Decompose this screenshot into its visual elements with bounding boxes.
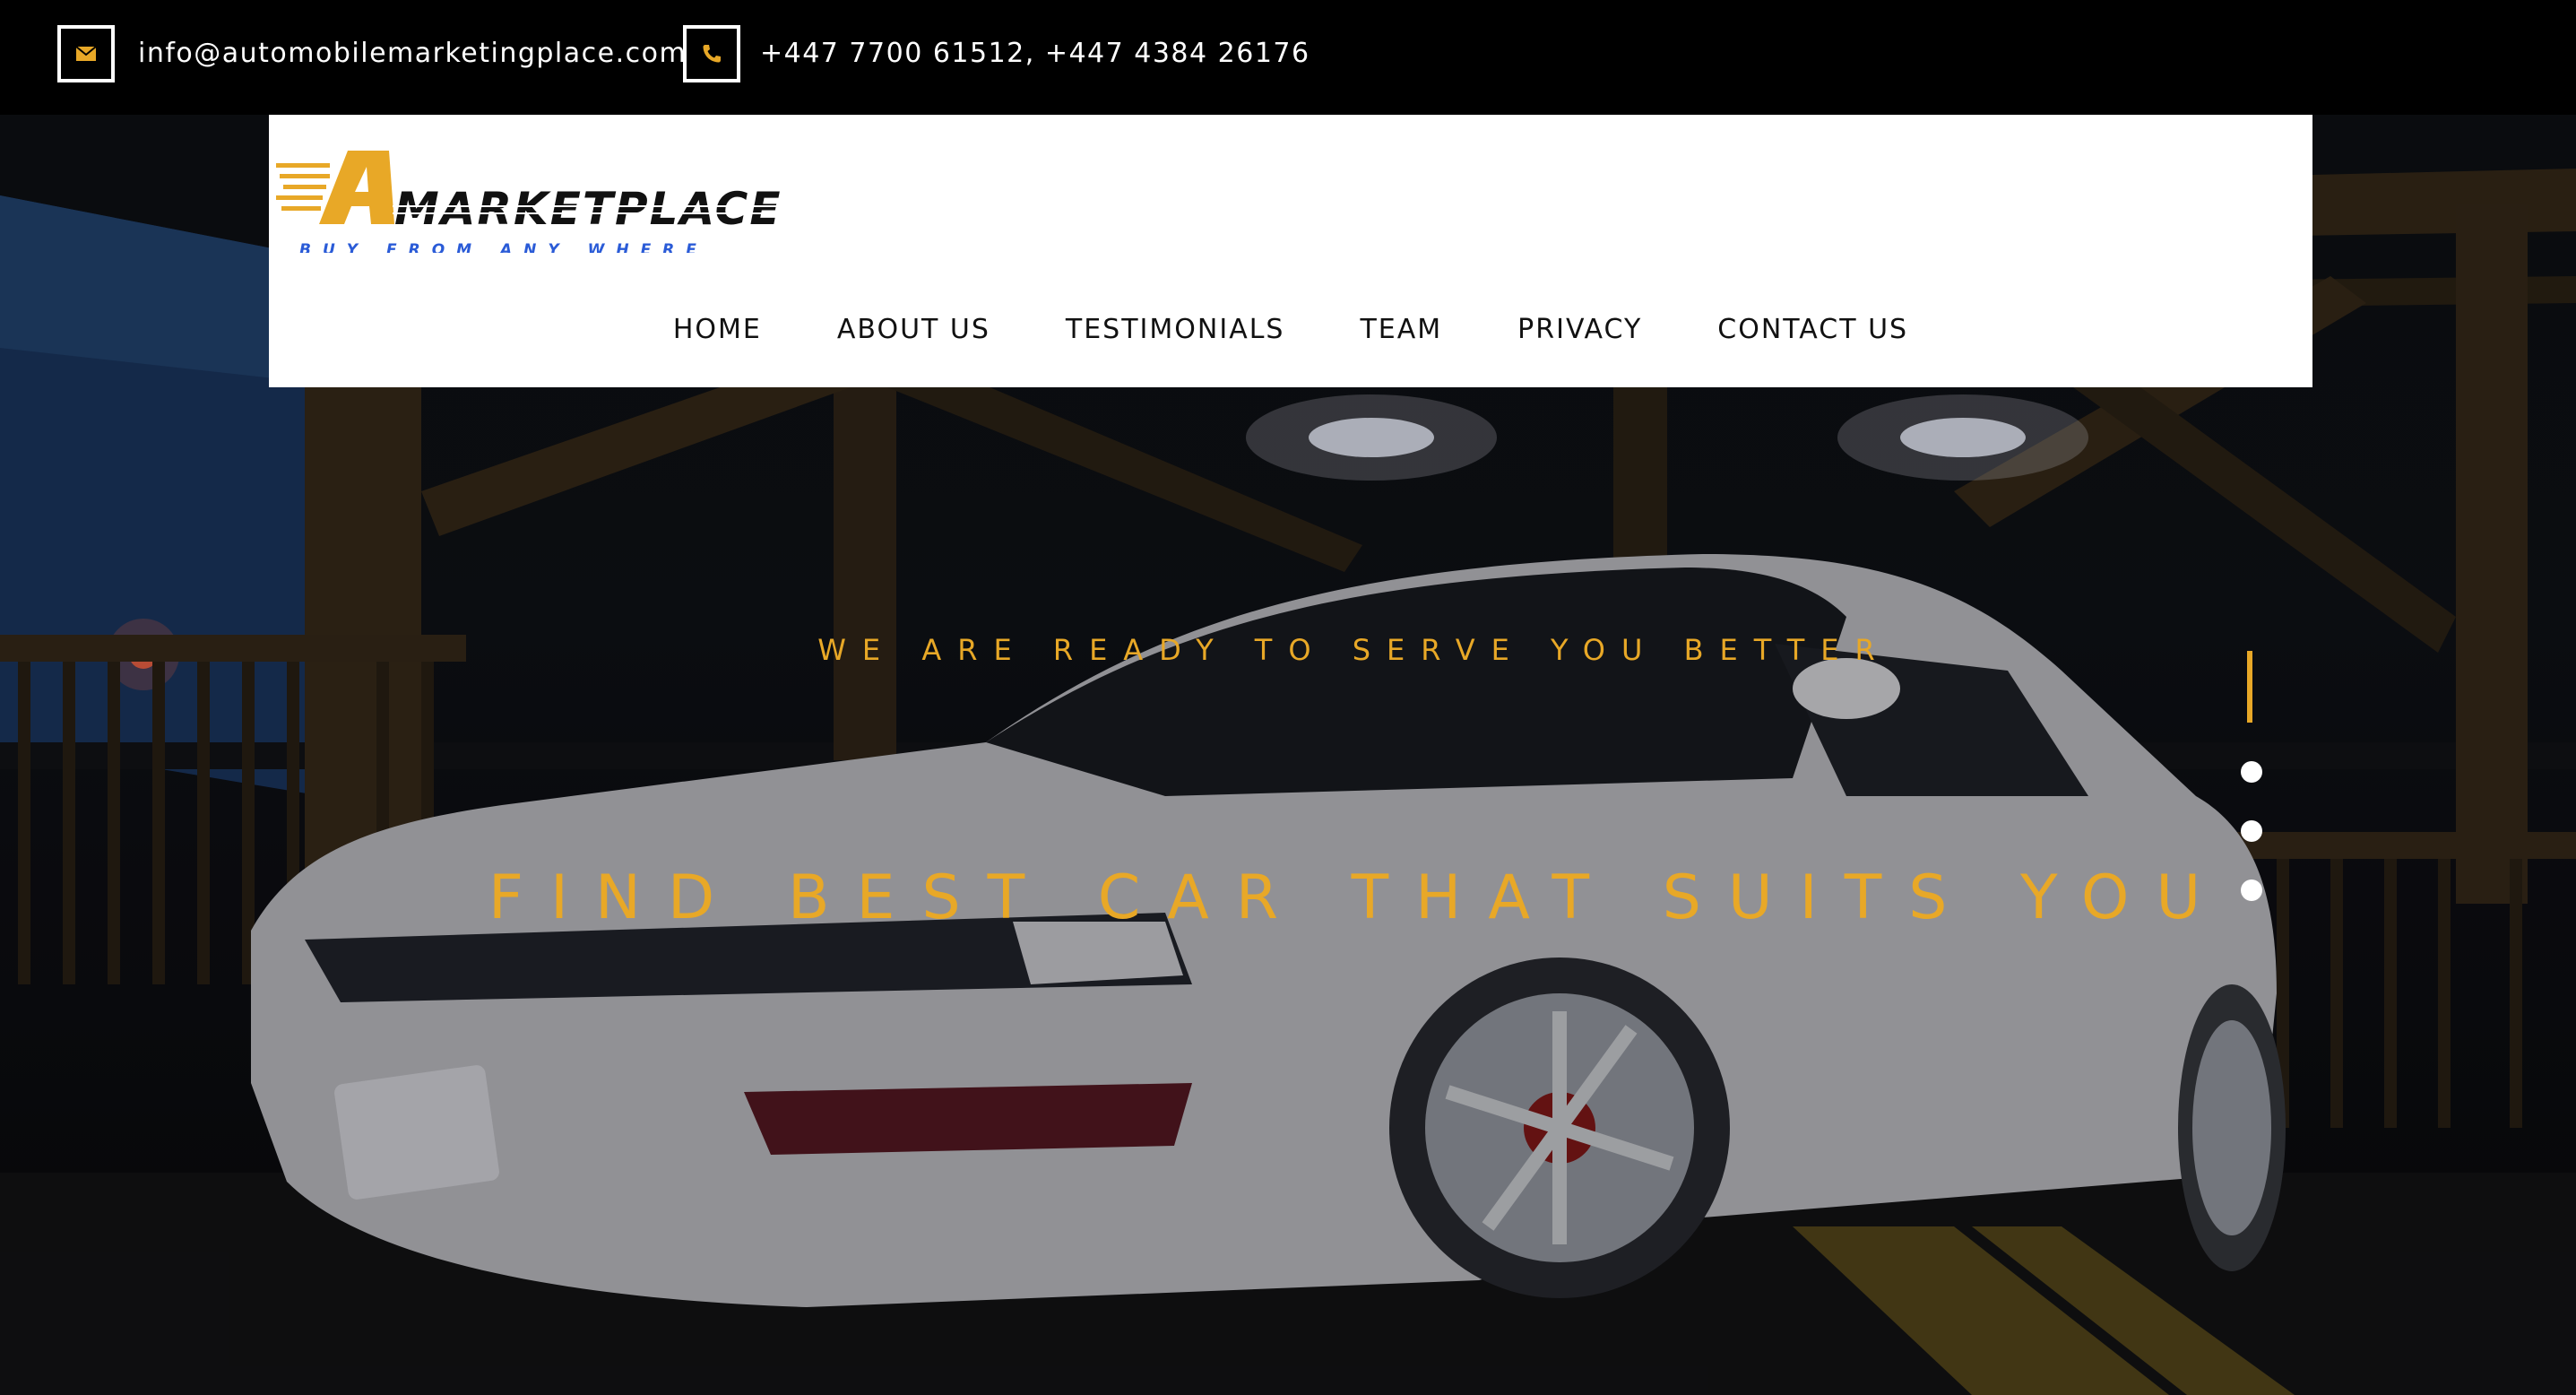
site-header: MARKETPLACE BUY FROM ANY WHERE HOME ABOU… (269, 115, 2312, 387)
phone-icon (703, 45, 721, 63)
hero-tagline: WE ARE READY TO SERVE YOU BETTER (817, 633, 1891, 667)
phone-icon-box[interactable] (683, 25, 740, 82)
nav-privacy[interactable]: PRIVACY (1517, 312, 1642, 348)
slider-pager-active[interactable] (2247, 651, 2252, 723)
nav-testimonials[interactable]: TESTIMONIALS (1066, 312, 1285, 348)
top-contact-bar: info@automobilemarketingplace.com +447 7… (0, 0, 2576, 115)
contact-email[interactable]: info@automobilemarketingplace.com (138, 36, 687, 72)
svg-text:BUY FROM ANY WHERE: BUY FROM ANY WHERE (299, 241, 708, 253)
main-nav: HOME ABOUT US TESTIMONIALS TEAM PRIVACY … (269, 312, 2312, 348)
email-icon-box[interactable] (57, 25, 115, 82)
slider-pager-dot-4[interactable] (2241, 879, 2262, 901)
nav-team[interactable]: TEAM (1360, 312, 1442, 348)
envelope-icon (75, 46, 97, 61)
nav-about-us[interactable]: ABOUT US (837, 312, 990, 348)
slider-pager-dot-3[interactable] (2241, 820, 2262, 842)
hero-headline: FIND BEST CAR THAT SUITS YOU (488, 862, 2228, 933)
slider-pager-dot-2[interactable] (2241, 761, 2262, 783)
svg-text:MARKETPLACE: MARKETPLACE (394, 183, 782, 235)
nav-home[interactable]: HOME (673, 312, 762, 348)
nav-contact-us[interactable]: CONTACT US (1717, 312, 1908, 348)
contact-phone[interactable]: +447 7700 61512, +447 4384 26176 (760, 36, 1310, 72)
site-logo[interactable]: MARKETPLACE BUY FROM ANY WHERE (276, 136, 886, 259)
